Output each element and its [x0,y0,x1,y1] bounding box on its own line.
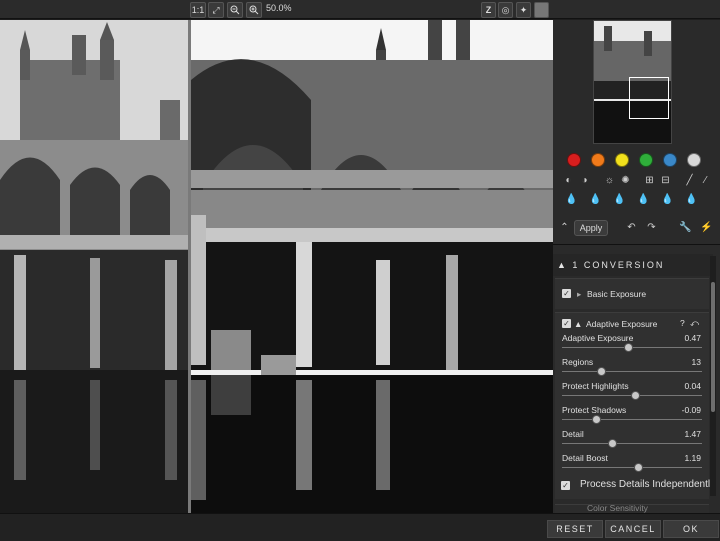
slider-track[interactable] [562,443,702,444]
panel-divider [553,244,720,245]
top-toolbar: 1:1 ⤢ 50.0% Z ◎ ✦ [0,0,720,19]
process-details-checkbox[interactable]: ✓ [561,481,570,490]
detail-minus-icon[interactable]: ⊟ [659,174,672,187]
collapse-arrow-icon[interactable]: ▲ [574,319,582,329]
slider-label: Regions [562,357,594,367]
slider-label: Adaptive Exposure [562,333,634,343]
basic-exposure-label: Basic Exposure [587,289,647,299]
orange-filter-swatch[interactable] [591,153,605,167]
target-icon[interactable]: ◎ [498,2,513,18]
navigator-thumbnail[interactable] [593,20,672,144]
undo-icon[interactable]: ↶ [625,221,638,234]
droplet-white-icon[interactable]: 💧 [685,193,698,206]
adaptive-exposure-section: ✓ ▲ Adaptive Exposure ? ⤺ Adaptive Expos… [555,312,715,499]
basic-exposure-section: ✓ ▸ Basic Exposure [555,278,709,309]
apply-button[interactable]: Apply [574,220,608,236]
slider-value: 0.47 [684,333,701,343]
slider-label: Protect Highlights [562,381,629,391]
ok-button[interactable]: OK [663,520,719,538]
settings-wrench-icon[interactable]: 🔧 [679,221,692,234]
slider-value: 1.19 [684,453,701,463]
expand-arrow-icon[interactable]: ▸ [577,289,581,300]
green-filter-swatch[interactable] [639,153,653,167]
image-canvas[interactable] [0,20,553,513]
pin-icon[interactable]: ✦ [516,2,531,18]
droplet-neutral-icon[interactable]: 💧 [565,193,578,206]
yellow-filter-swatch[interactable] [615,153,629,167]
redo-icon[interactable]: ↷ [645,221,658,234]
contrast-high-icon[interactable]: ◑ [578,174,591,187]
brightness-down-icon[interactable]: ✺ [619,174,632,187]
panel-scrollbar-thumb[interactable] [711,282,715,412]
red-filter-swatch[interactable] [567,153,581,167]
slider-knob[interactable] [623,343,633,352]
compare-icon[interactable]: ⚡ [700,221,713,234]
droplet-warm-icon[interactable]: 💧 [613,193,626,206]
slider-track[interactable] [562,371,702,372]
neutral-filter-swatch[interactable] [687,153,701,167]
droplet-gold-icon[interactable]: 💧 [661,193,674,206]
zoom-in-icon[interactable] [246,2,262,18]
zone-icon[interactable]: Z [481,2,496,18]
slider-track[interactable] [562,467,702,468]
background-color-icon[interactable] [534,2,549,18]
slider-knob[interactable] [633,463,643,472]
droplet-cool-icon[interactable]: 💧 [589,193,602,206]
slider-label: Detail [562,429,584,439]
conversion-title: ▲ 1 CONVERSION [557,260,665,270]
slider-value: 13 [691,357,701,367]
blue-filter-swatch[interactable] [663,153,677,167]
detail-plus-icon[interactable]: ⊞ [643,174,656,187]
brightness-up-icon[interactable]: ☼ [603,174,616,187]
slider-knob[interactable] [591,415,601,424]
contrast-low-icon[interactable]: ◐ [562,174,575,187]
slider-knob[interactable] [597,367,607,376]
after-preview [191,20,553,513]
brush-icon[interactable]: ╱ [683,174,696,187]
slider-knob[interactable] [630,391,640,400]
zoom-out-icon[interactable] [227,2,243,18]
collapse-up-icon[interactable]: ⌃ [558,221,571,234]
one-to-one-button[interactable]: 1:1 [190,2,206,18]
slider-label: Protect Shadows [562,405,627,415]
zoom-level: 50.0% [266,3,292,13]
before-preview [0,20,188,513]
control-panel: ◐ ◑ ☼ ✺ ⊞ ⊟ ╱ ⁄ 💧 💧 💧 💧 💧 💧 ⌃ Apply ↶ ↷ … [553,20,720,514]
reset-button[interactable]: RESET [547,520,603,538]
basic-exposure-checkbox[interactable]: ✓ [562,289,571,298]
slider-track[interactable] [562,419,702,420]
cancel-button[interactable]: CANCEL [605,520,661,538]
adaptive-exposure-title: Adaptive Exposure [586,319,658,329]
slider-value: -0.09 [681,405,701,415]
slider-value: 1.47 [684,429,701,439]
droplet-sepia-icon[interactable]: 💧 [637,193,650,206]
fit-screen-icon[interactable]: ⤢ [208,2,224,18]
slider-label: Detail Boost [562,453,608,463]
slider-value: 0.04 [684,381,701,391]
adaptive-exposure-checkbox[interactable]: ✓ [562,319,571,328]
slider-knob[interactable] [608,439,618,448]
conversion-header[interactable]: ▲ 1 CONVERSION [553,254,713,276]
help-icon[interactable]: ? [680,318,685,328]
navigator-viewport[interactable] [629,77,669,119]
reset-section-icon[interactable]: ⤺ [690,318,699,329]
color-sensitivity-label: Color Sensitivity [587,504,648,513]
pen-icon[interactable]: ⁄ [699,174,712,187]
process-details-label: Process Details Independently [580,479,716,490]
